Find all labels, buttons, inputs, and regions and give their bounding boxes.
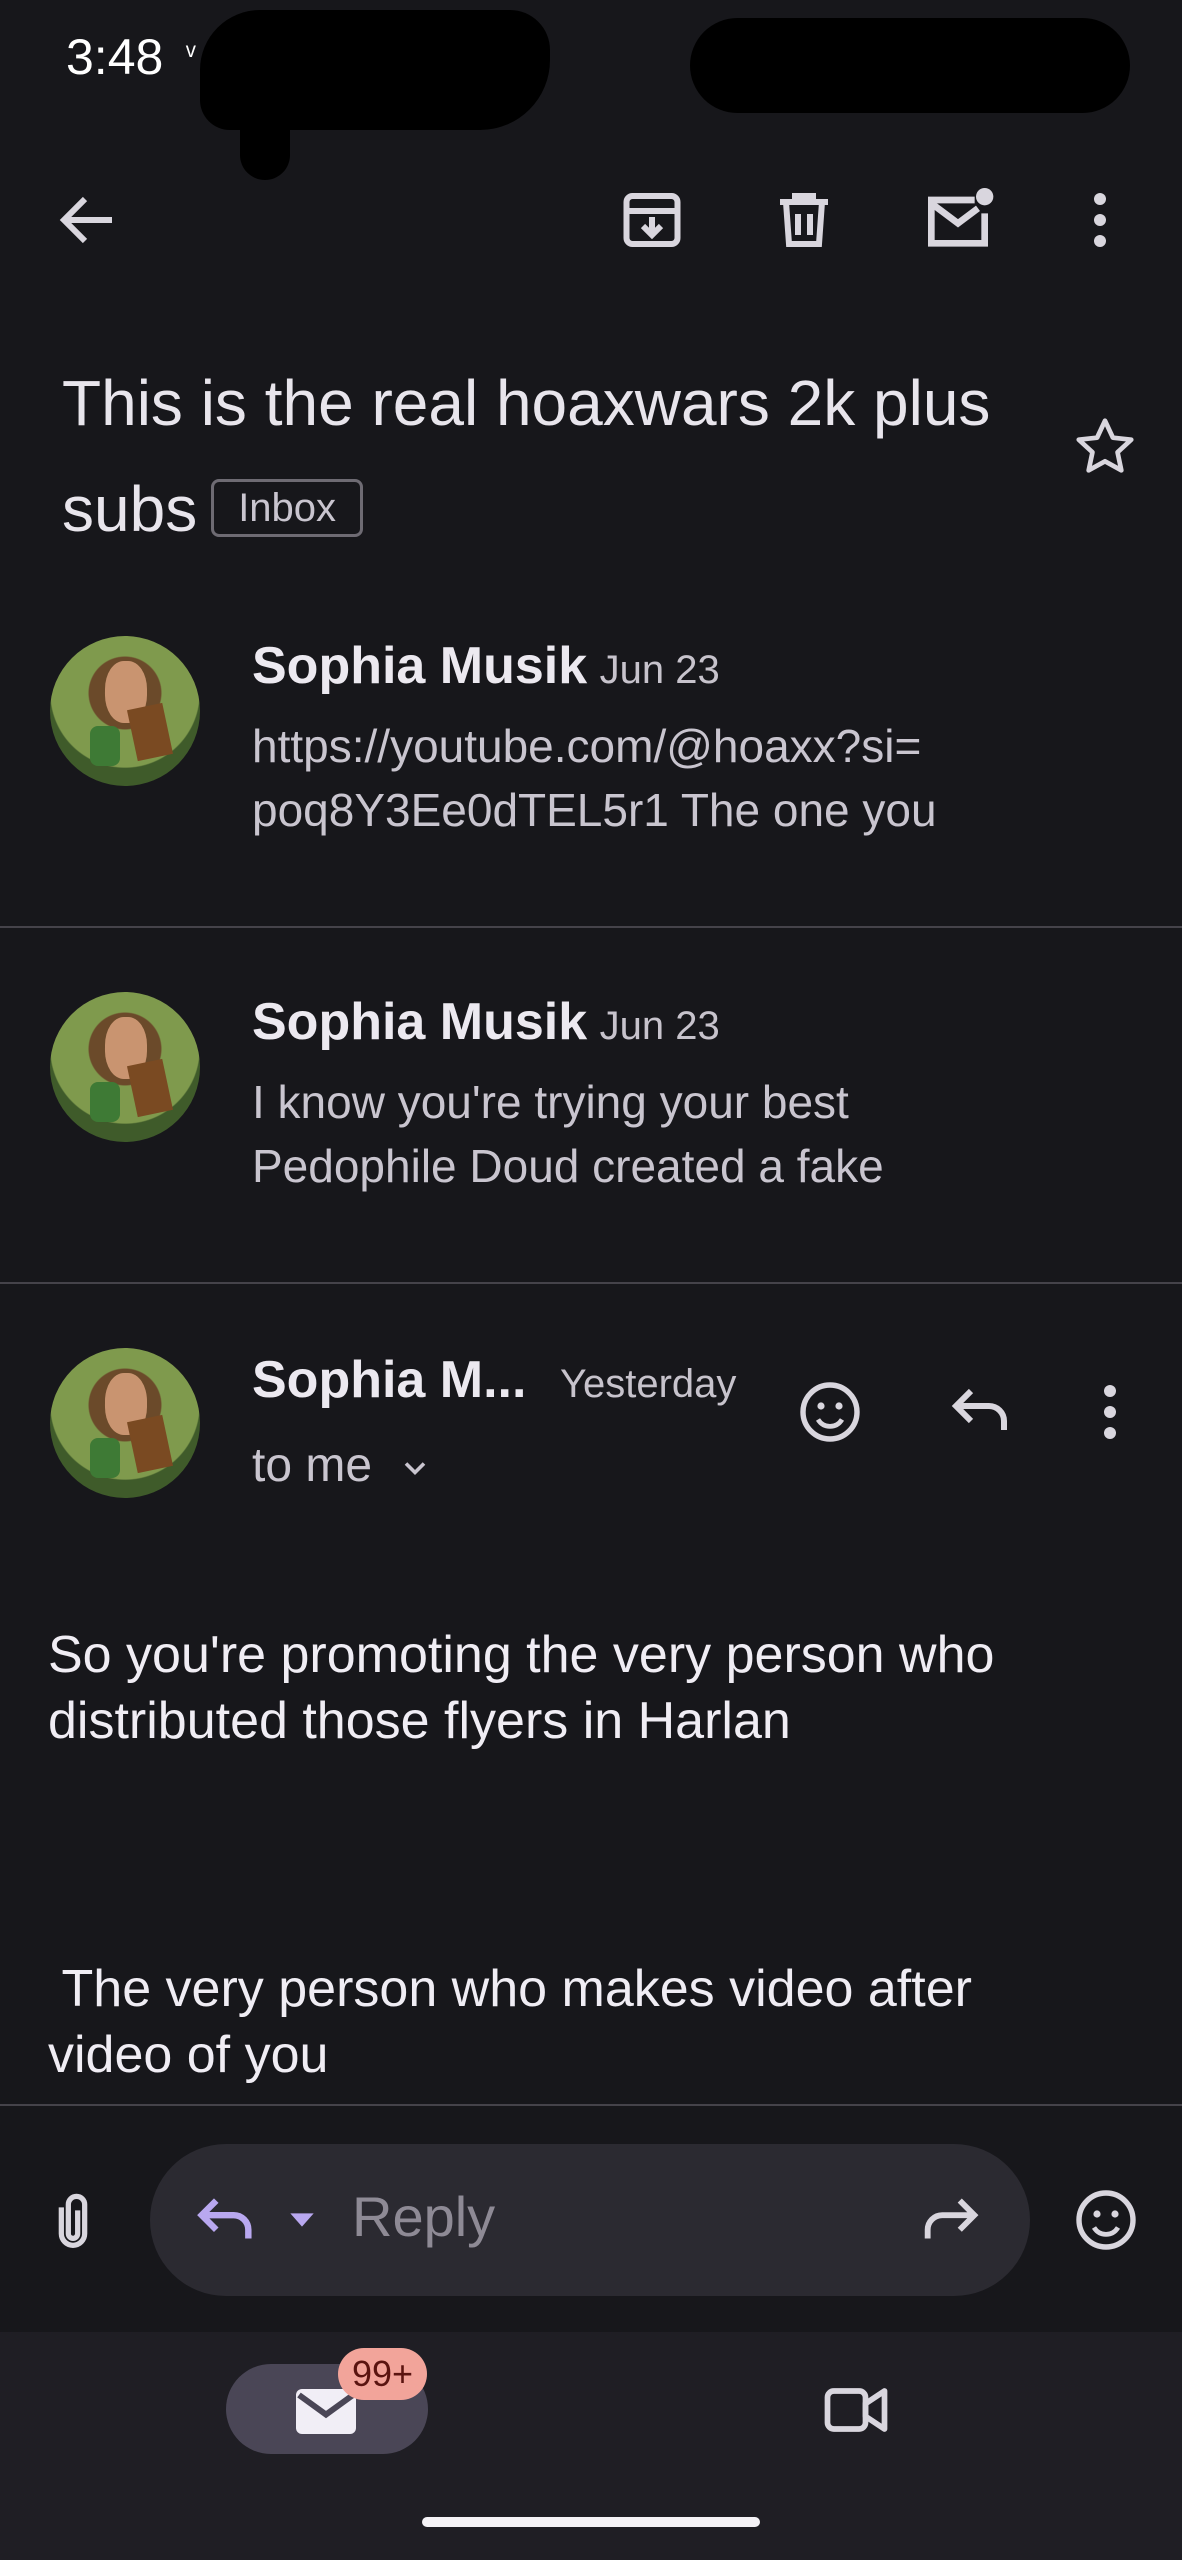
reply-icon[interactable] xyxy=(944,1376,1016,1448)
inbox-label[interactable]: Inbox xyxy=(211,479,364,538)
subject-title: This is the real hoaxwars 2k plus subs xyxy=(62,367,991,545)
reply-input[interactable]: Reply xyxy=(352,2184,495,2249)
divider xyxy=(0,1282,1182,1284)
forward-icon[interactable] xyxy=(916,2186,986,2256)
reply-mode-icon[interactable] xyxy=(190,2186,260,2256)
attachment-icon[interactable] xyxy=(38,2184,108,2260)
message-body-line: The very person who makes video after xyxy=(48,1960,972,2018)
sender-name: Sophia M... xyxy=(252,1351,527,1409)
avatar[interactable] xyxy=(50,636,200,786)
message-header: Sophia Musik Jun 23 xyxy=(252,992,720,1052)
message-body-line: distributed those flyers in Harlan xyxy=(48,1692,791,1750)
video-icon[interactable] xyxy=(818,2372,894,2448)
emoji-react-icon[interactable] xyxy=(794,1376,866,1448)
recipient-text: to me xyxy=(252,1439,373,1492)
mark-unread-icon[interactable] xyxy=(918,180,998,260)
recipient-toggle[interactable]: to me xyxy=(252,1438,433,1493)
status-indicator: ᵛ xyxy=(186,38,196,71)
sender-name: Sophia Musik xyxy=(252,993,588,1051)
message-body-line: So you're promoting the very person who xyxy=(48,1626,995,1684)
more-vert-icon[interactable] xyxy=(1080,184,1120,256)
message-snippet-line: poq8Y3Ee0dTEL5r1 The one you xyxy=(252,784,937,836)
chevron-down-icon xyxy=(397,1450,433,1486)
home-indicator[interactable] xyxy=(422,2517,760,2527)
message-snippet-line: https://youtube.com/@hoaxx?si= xyxy=(252,720,922,772)
message-snippet-line: Pedophile Doud created a fake xyxy=(252,1140,884,1192)
message-collapsed[interactable]: Sophia Musik Jun 23 I know you're trying… xyxy=(0,928,1182,1282)
divider xyxy=(0,2104,1182,2106)
redaction-mark xyxy=(240,60,290,180)
arrow-left-icon[interactable] xyxy=(52,184,124,256)
emoji-icon[interactable] xyxy=(1070,2184,1142,2256)
sender-name: Sophia Musik xyxy=(252,637,588,695)
status-time: 3:48 xyxy=(66,29,164,85)
message-date: Yesterday xyxy=(560,1362,737,1406)
avatar[interactable] xyxy=(50,992,200,1142)
archive-icon[interactable] xyxy=(616,184,688,256)
message-snippet-line: I know you're trying your best xyxy=(252,1076,849,1128)
message-date: Jun 23 xyxy=(599,1004,720,1048)
message-date: Jun 23 xyxy=(599,648,720,692)
chevron-down-icon[interactable] xyxy=(282,2200,322,2240)
redaction-mark xyxy=(690,18,1130,113)
unread-count-badge: 99+ xyxy=(338,2348,428,2400)
message-header: Sophia Musik Jun 23 xyxy=(252,636,720,696)
avatar[interactable] xyxy=(50,1348,200,1498)
email-subject: This is the real hoaxwars 2k plus subs In… xyxy=(62,350,1022,562)
more-vert-icon[interactable] xyxy=(1092,1376,1128,1448)
message-body-line: video of you xyxy=(48,2026,329,2084)
trash-icon[interactable] xyxy=(768,184,840,256)
star-icon[interactable] xyxy=(1070,412,1140,482)
message-collapsed[interactable]: Sophia Musik Jun 23 https://youtube.com/… xyxy=(0,600,1182,926)
